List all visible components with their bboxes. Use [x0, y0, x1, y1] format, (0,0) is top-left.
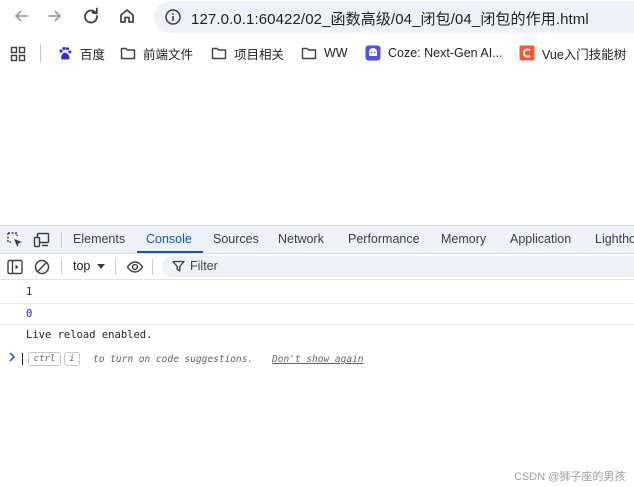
keyboard-key-ctrl: ctrl	[28, 352, 61, 366]
reload-button[interactable]	[80, 5, 102, 27]
active-tab-indicator	[137, 251, 203, 253]
page-viewport	[0, 70, 634, 225]
tab-console[interactable]: Console	[146, 232, 192, 246]
home-button[interactable]	[116, 5, 138, 27]
sidebar-toggle-icon[interactable]	[6, 258, 24, 276]
bookmark-label: WW	[324, 46, 348, 60]
arrow-left-icon	[15, 10, 28, 22]
bookmarks-bar: 百度 前端文件 项目相关 WW Coze: Next-Gen AI... Vue…	[0, 38, 634, 68]
arrow-right-icon	[48, 10, 61, 22]
apps-grid-icon	[10, 46, 26, 62]
forward-button[interactable]	[44, 5, 66, 27]
bookmark-folder-frontend[interactable]: 前端文件	[120, 44, 193, 62]
bookmark-folder-projects[interactable]: 项目相关	[211, 44, 284, 62]
clear-console-icon[interactable]	[33, 258, 51, 276]
chevron-right-icon	[9, 352, 16, 362]
bookmark-vue[interactable]: Vue入门技能树	[519, 44, 626, 62]
console-message: 0	[0, 304, 634, 324]
home-icon	[120, 9, 134, 23]
console-message-text: 1	[26, 286, 33, 298]
console-message-text: 0	[26, 308, 33, 320]
tab-overflow-clip: Lighthouse	[595, 226, 634, 253]
tab-performance[interactable]: Performance	[348, 232, 420, 246]
tab-application[interactable]: Application	[510, 232, 571, 246]
folder-icon	[120, 47, 136, 60]
suggestion-hint-text: to turn on code suggestions.	[93, 354, 254, 365]
console-message: Live reload enabled.	[0, 325, 634, 347]
bookmark-label: 项目相关	[234, 47, 285, 62]
console-message: 1	[0, 282, 634, 302]
dont-show-again-link[interactable]: Don't show again	[272, 354, 364, 365]
keyboard-key-i: i	[64, 352, 80, 366]
console-message-text: Live reload enabled.	[26, 329, 153, 341]
bookmarks-divider	[40, 44, 41, 62]
tab-network[interactable]: Network	[278, 232, 324, 246]
bookmark-baidu[interactable]: 百度	[57, 44, 105, 62]
bookmark-label: Coze: Next-Gen AI...	[388, 46, 503, 60]
bookmark-label: 前端文件	[143, 47, 194, 62]
folder-icon	[301, 47, 317, 60]
bookmark-folder-ww[interactable]: WW	[301, 44, 348, 62]
inspect-element-icon[interactable]	[6, 231, 24, 249]
devtools-panel: Elements Console Sources Network Perform…	[0, 225, 634, 487]
console-filter-input[interactable]: Filter	[162, 256, 634, 277]
bookmark-label: Vue入门技能树	[542, 47, 627, 62]
toolbar-divider	[115, 259, 116, 275]
tab-lighthouse[interactable]: Lighthouse	[595, 232, 634, 246]
text-caret	[22, 353, 23, 365]
apps-button[interactable]	[10, 45, 33, 63]
reload-icon	[84, 7, 98, 24]
csdn-icon	[519, 45, 535, 61]
dropdown-arrow-icon	[97, 264, 105, 269]
toolbar-divider	[152, 259, 153, 275]
toolbar-divider	[61, 259, 62, 275]
devtools-tab-bar: Elements Console Sources Network Perform…	[0, 226, 634, 254]
coze-icon	[365, 45, 381, 61]
toolbar-divider	[61, 232, 62, 248]
tab-sources[interactable]: Sources	[213, 232, 259, 246]
address-bar[interactable]: 127.0.0.1:60422/02_函数高级/04_闭包/04_闭包的作用.h…	[154, 1, 634, 33]
browser-toolbar: 127.0.0.1:60422/02_函数高级/04_闭包/04_闭包的作用.h…	[0, 0, 634, 34]
site-info-icon[interactable]	[164, 8, 182, 26]
tab-memory[interactable]: Memory	[441, 232, 486, 246]
baidu-icon	[59, 46, 72, 60]
tab-elements[interactable]: Elements	[73, 232, 125, 246]
back-button[interactable]	[10, 5, 32, 27]
execution-context-select[interactable]: top	[73, 259, 90, 273]
watermark-text: CSDN @狮子座的男孩	[514, 471, 626, 483]
filter-placeholder: Filter	[190, 259, 218, 273]
device-toolbar-icon[interactable]	[33, 231, 51, 249]
url-text[interactable]: 127.0.0.1:60422/02_函数高级/04_闭包/04_闭包的作用.h…	[191, 8, 589, 29]
console-prompt[interactable]: ctrl i to turn on code suggestions. Don'…	[0, 350, 634, 370]
filter-icon	[172, 260, 185, 272]
folder-icon	[211, 47, 227, 60]
bookmark-label: 百度	[80, 47, 106, 62]
bookmark-coze[interactable]: Coze: Next-Gen AI...	[365, 44, 503, 62]
console-toolbar: top Filter	[0, 254, 634, 280]
eye-icon[interactable]	[126, 258, 144, 276]
